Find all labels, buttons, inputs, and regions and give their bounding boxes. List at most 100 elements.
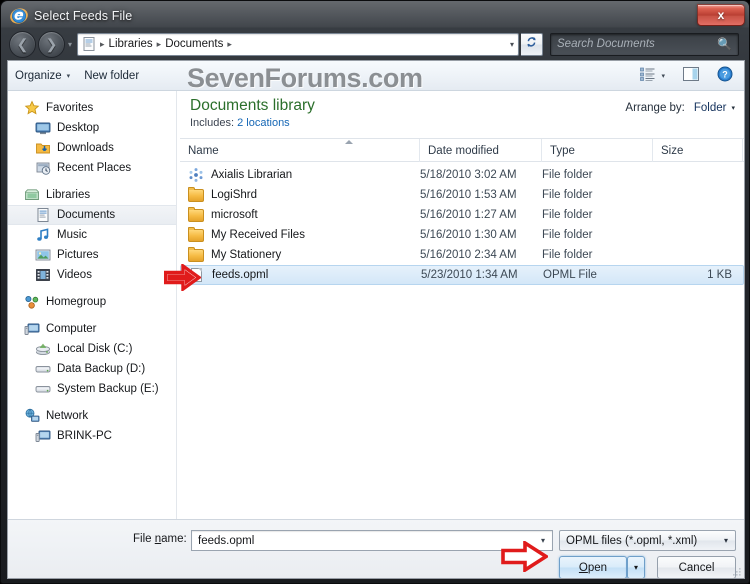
dialog-client-area: Organize ▾ New folder ▾ ? Favorites Desk… — [7, 60, 745, 579]
file-list-area: Documents library Includes: 2 locations … — [180, 91, 744, 519]
nav-group-network: Network BRINK-PC — [8, 406, 176, 446]
search-input[interactable]: Search Documents — [557, 38, 655, 50]
address-dropdown-icon[interactable]: ▾ — [510, 40, 514, 49]
table-row[interactable]: LogiShrd 5/16/2010 1:53 AM File folder — [180, 185, 744, 205]
column-header-size[interactable]: Size — [653, 139, 743, 162]
nav-group-libraries: Libraries Documents Music Pictures Video… — [8, 185, 176, 285]
axialis-folder-icon — [188, 167, 204, 183]
file-name-value: feeds.opml — [198, 534, 255, 547]
homegroup-icon — [24, 294, 40, 310]
file-name-label: File name: — [133, 533, 187, 545]
table-row[interactable]: feeds.opml 5/23/2010 1:34 AM OPML File 1… — [180, 265, 744, 285]
column-header-type[interactable]: Type — [542, 139, 653, 162]
sidebar-label: Computer — [46, 323, 97, 335]
file-name: Axialis Librarian — [211, 169, 293, 181]
cancel-button[interactable]: Cancel — [657, 556, 736, 578]
file-type: File folder — [542, 229, 593, 241]
row-name-cell: LogiShrd — [180, 185, 257, 205]
change-view-button[interactable]: ▾ — [636, 65, 669, 87]
help-button[interactable]: ? — [713, 65, 737, 87]
back-arrow-icon: ❮ — [16, 36, 29, 52]
row-name-cell: microsoft — [180, 205, 258, 225]
local-disk-icon — [35, 341, 51, 357]
breadcrumb-separator-2[interactable]: ▸ — [226, 39, 233, 50]
open-button[interactable]: Open — [559, 556, 627, 578]
chevron-down-icon: ▾ — [731, 105, 735, 112]
sidebar-item-pictures[interactable]: Pictures — [8, 245, 176, 265]
computer-icon — [24, 321, 40, 337]
search-box[interactable]: Search Documents 🔍 — [550, 32, 740, 56]
preview-pane-button[interactable] — [679, 65, 703, 87]
chevron-down-icon[interactable]: ▾ — [541, 536, 545, 545]
file-name: LogiShrd — [211, 189, 258, 201]
address-bar[interactable]: ▸ Libraries ▸ Documents ▸ ▾ — [77, 32, 520, 56]
sidebar-item-network[interactable]: Network — [8, 406, 176, 426]
file-date-modified: 5/16/2010 1:53 AM — [420, 189, 517, 201]
breadcrumb-documents[interactable]: Documents — [162, 38, 226, 50]
sidebar-item-downloads[interactable]: Downloads — [8, 138, 176, 158]
network-icon — [24, 408, 40, 424]
libraries-icon — [24, 187, 40, 203]
sidebar-item-computer[interactable]: Computer — [8, 319, 176, 339]
sidebar-label: Network — [46, 410, 89, 422]
sidebar-item-libraries[interactable]: Libraries — [8, 185, 176, 205]
forward-button[interactable]: ❯ — [38, 30, 65, 58]
window-title: Select Feeds File — [34, 9, 133, 23]
recent-locations-button[interactable]: ▾ — [68, 40, 72, 49]
table-row[interactable]: My Received Files 5/16/2010 1:30 AM File… — [180, 225, 744, 245]
sidebar-item-data-backup-d[interactable]: Data Backup (D:) — [8, 359, 176, 379]
column-header-date-modified[interactable]: Date modified — [420, 139, 542, 162]
refresh-icon — [525, 36, 538, 52]
arrange-by-label: Arrange by: — [625, 102, 685, 114]
back-button[interactable]: ❮ — [9, 30, 36, 58]
organize-button[interactable]: Organize ▾ — [8, 65, 77, 87]
sidebar-label: Videos — [57, 269, 92, 281]
file-name-input[interactable]: feeds.opml ▾ — [191, 530, 553, 551]
preview-pane-icon — [683, 67, 699, 84]
sidebar-item-music[interactable]: Music — [8, 225, 176, 245]
breadcrumb-libraries[interactable]: Libraries — [106, 38, 156, 50]
organize-label: Organize — [15, 69, 62, 82]
library-header: Documents library Includes: 2 locations … — [180, 91, 744, 138]
sidebar-label: Music — [57, 229, 88, 241]
new-folder-button[interactable]: New folder — [77, 65, 146, 87]
sidebar-item-desktop[interactable]: Desktop — [8, 118, 176, 138]
file-date-modified: 5/16/2010 1:27 AM — [420, 209, 517, 221]
file-name-label-post: ame: — [161, 533, 187, 545]
sidebar-item-system-backup-e[interactable]: System Backup (E:) — [8, 379, 176, 399]
drive-icon — [35, 361, 51, 377]
nav-group-homegroup: Homegroup — [8, 292, 176, 312]
file-type-filter-dropdown[interactable]: OPML files (*.opml, *.xml) ▾ — [559, 530, 736, 551]
resize-grip[interactable] — [730, 565, 742, 577]
sidebar-item-local-disk-c[interactable]: Local Disk (C:) — [8, 339, 176, 359]
sidebar-item-brink-pc[interactable]: BRINK-PC — [8, 426, 176, 446]
column-header-row: Name Date modified Type Size — [180, 138, 744, 162]
column-header-name[interactable]: Name — [180, 139, 420, 162]
open-dropdown-button[interactable]: ▾ — [627, 556, 645, 578]
sidebar-label: System Backup (E:) — [57, 383, 159, 395]
folder-icon — [188, 207, 204, 223]
row-name-cell: feeds.opml — [181, 266, 268, 284]
sidebar-item-documents[interactable]: Documents — [8, 205, 176, 225]
table-row[interactable]: Axialis Librarian 5/18/2010 3:02 AM File… — [180, 165, 744, 185]
sidebar-item-recent-places[interactable]: Recent Places — [8, 158, 176, 178]
file-type: File folder — [542, 169, 593, 181]
file-type: File folder — [542, 189, 593, 201]
file-date-modified: 5/18/2010 3:02 AM — [420, 169, 517, 181]
forward-arrow-icon: ❯ — [45, 36, 58, 52]
column-label: Size — [661, 144, 684, 157]
includes-locations-link[interactable]: 2 locations — [237, 117, 290, 129]
table-row[interactable]: My Stationery 5/16/2010 2:34 AM File fol… — [180, 245, 744, 265]
sidebar-item-favorites[interactable]: Favorites — [8, 98, 176, 118]
refresh-button[interactable] — [521, 32, 544, 56]
sidebar-label: Libraries — [46, 189, 91, 201]
sidebar-item-homegroup[interactable]: Homegroup — [8, 292, 176, 312]
close-button[interactable]: x — [697, 4, 745, 26]
table-row[interactable]: microsoft 5/16/2010 1:27 AM File folder — [180, 205, 744, 225]
arrange-by-control[interactable]: Arrange by: Folder ▾ — [625, 102, 735, 114]
chevron-down-icon: ▾ — [723, 536, 728, 545]
sidebar-item-videos[interactable]: Videos — [8, 265, 176, 285]
sidebar-label: Favorites — [46, 102, 94, 114]
navigation-pane: Favorites Desktop Downloads Recent Place… — [8, 91, 176, 519]
new-folder-label: New folder — [84, 69, 140, 82]
